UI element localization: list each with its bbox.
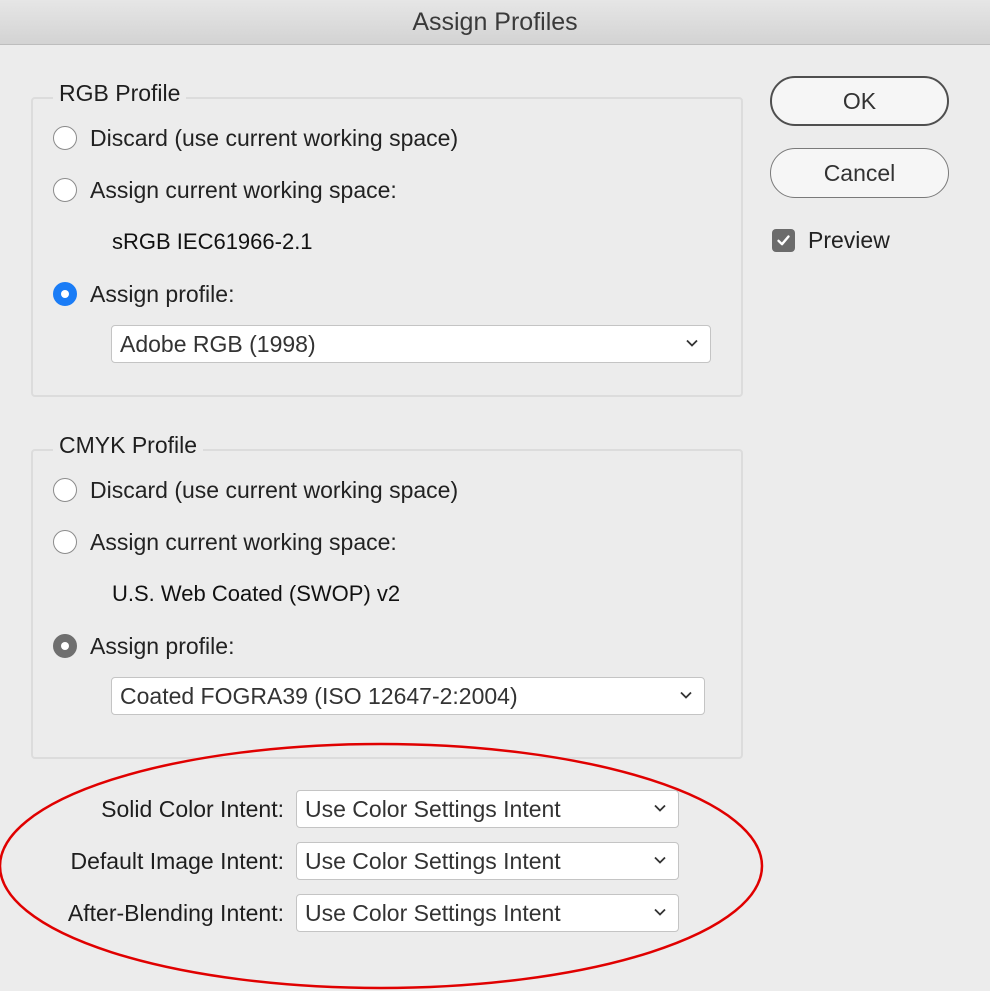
radio-button-icon[interactable] [53, 126, 77, 150]
cmyk-profile-value: Coated FOGRA39 (ISO 12647-2:2004) [120, 682, 518, 709]
default-image-intent-label: Default Image Intent: [70, 848, 284, 874]
radio-button-icon[interactable] [53, 178, 77, 202]
chevron-down-icon [654, 804, 666, 812]
solid-color-intent-label: Solid Color Intent: [101, 796, 284, 822]
cmyk-profile-group: CMYK Profile Discard (use current workin… [31, 432, 743, 759]
chevron-down-icon [680, 691, 692, 699]
cmyk-discard-label: Discard (use current working space) [90, 476, 459, 503]
rgb-working-space-name: sRGB IEC61966-2.1 [112, 229, 313, 254]
dialog-title: Assign Profiles [0, 0, 990, 45]
cancel-button[interactable]: Cancel [770, 148, 949, 198]
chevron-down-icon [654, 856, 666, 864]
rgb-assign-profile-label: Assign profile: [90, 280, 235, 307]
solid-color-intent-value: Use Color Settings Intent [305, 795, 561, 822]
preview-label: Preview [808, 227, 890, 253]
default-image-intent-value: Use Color Settings Intent [305, 847, 561, 874]
rgb-profile-dropdown[interactable]: Adobe RGB (1998) [111, 325, 711, 363]
rgb-discard-radio[interactable]: Discard (use current working space) [53, 123, 458, 153]
rgb-profile-value: Adobe RGB (1998) [120, 330, 316, 357]
solid-color-intent-dropdown[interactable]: Use Color Settings Intent [296, 790, 679, 828]
cmyk-discard-radio[interactable]: Discard (use current working space) [53, 475, 458, 505]
cmyk-profile-legend: CMYK Profile [53, 432, 204, 459]
cmyk-assign-profile-label: Assign profile: [90, 632, 235, 659]
after-blending-intent-dropdown[interactable]: Use Color Settings Intent [296, 894, 679, 932]
rgb-assign-current-radio[interactable]: Assign current working space: [53, 175, 397, 205]
radio-selected-icon[interactable] [53, 634, 77, 658]
chevron-down-icon [654, 908, 666, 916]
checkmark-icon[interactable] [772, 229, 795, 252]
cmyk-profile-dropdown[interactable]: Coated FOGRA39 (ISO 12647-2:2004) [111, 677, 705, 715]
radio-button-icon[interactable] [53, 530, 77, 554]
rgb-discard-label: Discard (use current working space) [90, 124, 459, 151]
default-image-intent-dropdown[interactable]: Use Color Settings Intent [296, 842, 679, 880]
rgb-assign-current-label: Assign current working space: [90, 176, 397, 203]
chevron-down-icon [686, 339, 698, 347]
radio-button-icon[interactable] [53, 478, 77, 502]
cmyk-assign-current-radio[interactable]: Assign current working space: [53, 527, 397, 557]
after-blending-intent-label: After-Blending Intent: [67, 900, 284, 926]
radio-selected-icon[interactable] [53, 282, 77, 306]
after-blending-intent-value: Use Color Settings Intent [305, 899, 561, 926]
cmyk-assign-current-label: Assign current working space: [90, 528, 397, 555]
cmyk-working-space-name: U.S. Web Coated (SWOP) v2 [112, 581, 401, 606]
cmyk-assign-profile-radio[interactable]: Assign profile: [53, 631, 234, 661]
rgb-assign-profile-radio[interactable]: Assign profile: [53, 279, 234, 309]
rgb-profile-group: RGB Profile Discard (use current working… [31, 80, 743, 397]
preview-checkbox[interactable]: Preview [772, 227, 890, 254]
rgb-profile-legend: RGB Profile [53, 80, 187, 107]
ok-button[interactable]: OK [770, 76, 949, 126]
